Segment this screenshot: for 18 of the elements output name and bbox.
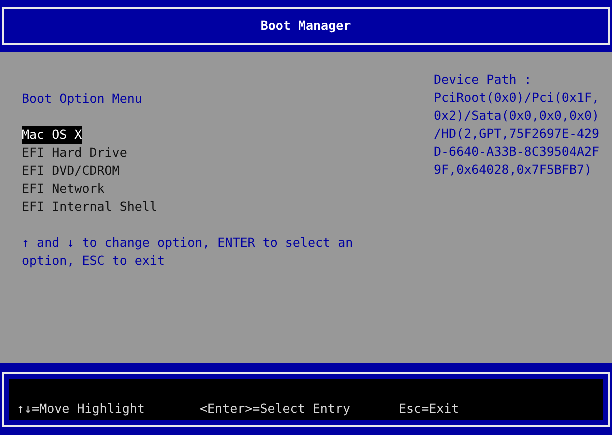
boot-option[interactable]: Mac OS X xyxy=(22,126,82,144)
key-hint: Esc=Exit xyxy=(399,400,460,418)
device-path-text: /HD(2,GPT,75F2697E-429 xyxy=(434,125,600,143)
window-title: Boot Manager xyxy=(260,17,352,35)
boot-option[interactable]: EFI DVD/CDROM xyxy=(22,162,120,180)
key-hint: ↑↓=Move Highlight xyxy=(17,400,146,418)
help-text: option, ESC to exit xyxy=(22,252,165,270)
device-path-text: PciRoot(0x0)/Pci(0x1F, xyxy=(434,89,600,107)
key-hint: <Enter>=Select Entry xyxy=(200,400,352,418)
boot-option[interactable]: EFI Internal Shell xyxy=(22,198,158,216)
boot-option[interactable]: EFI Network xyxy=(22,180,105,198)
menu-title: Boot Option Menu xyxy=(22,90,142,108)
help-text: ↑ and ↓ to change option, ENTER to select an xyxy=(22,234,354,252)
device-path-text: 9F,0x64028,0x7F5BFB7) xyxy=(434,161,592,179)
device-path-text: D-6640-A33B-8C39504A2F xyxy=(434,143,600,161)
device-path-label: Device Path : xyxy=(434,71,532,89)
boot-option[interactable]: EFI Hard Drive xyxy=(22,144,128,162)
device-path-text: 0x2)/Sata(0x0,0x0,0x0) xyxy=(434,107,600,125)
